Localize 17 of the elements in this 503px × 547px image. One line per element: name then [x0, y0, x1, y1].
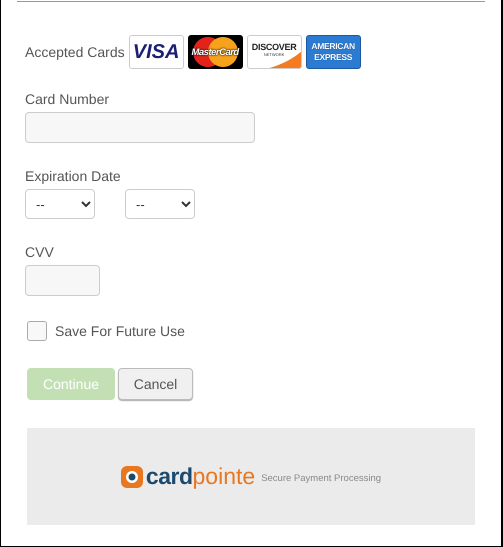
visa-card-logo: VISA	[128, 35, 184, 69]
target-icon	[120, 466, 143, 488]
field-label: Card Number	[25, 91, 110, 107]
year-select[interactable]: --	[125, 189, 195, 219]
cvv-field[interactable]	[25, 265, 100, 296]
field-label: CVV	[25, 244, 55, 260]
card-number-field[interactable]	[25, 112, 255, 143]
amex-card-logo: AMERICAN EXPRESS	[306, 35, 361, 69]
brand-name: card	[146, 463, 193, 490]
field-label: Accepted Cards	[25, 44, 125, 60]
brand-name: pointe	[192, 463, 256, 490]
field-label: Expiration Date	[25, 168, 122, 184]
checkbox[interactable]	[27, 321, 47, 341]
tagline: Secure Payment Processing	[261, 473, 382, 484]
month-select[interactable]: --	[25, 189, 95, 219]
checkbox-label: Save For Future Use	[55, 323, 185, 339]
cancel-button[interactable]: Cancel	[118, 368, 193, 400]
